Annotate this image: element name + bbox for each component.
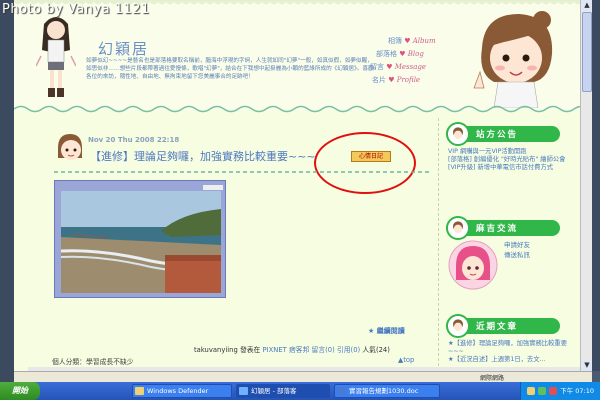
send-message-link[interactable]: 傳送私訊 [504,250,530,260]
contact-links: 申請好友 傳送私訊 [504,240,530,260]
announce-avatar-icon [446,122,470,146]
pink-hair-anime-avatar-icon[interactable] [448,240,498,290]
recent-avatar-icon [446,314,470,338]
browser-page: 幻穎居 如夢似幻~~~~是藝名也是部落格要取名稱前，腦海中浮現的字詞，人生就如同… [14,0,580,371]
pixnet-link[interactable]: PIXNET [263,346,287,354]
nav-item-blog[interactable]: 部落格 ♥ Blog [376,49,460,62]
post-photo[interactable] [54,180,226,298]
system-tray: 下午 07:10 [520,382,600,400]
header-wave-divider [14,105,580,113]
add-friend-link[interactable]: 申請好友 [504,240,530,250]
contact-title: 麻吉交流 [476,224,519,234]
tray-icon[interactable] [549,387,557,395]
recent-section-header: 近期文章 [446,314,560,338]
post-avatar-icon [58,134,82,160]
continue-reading-link[interactable]: ★ 繼續閱讀 [368,326,405,336]
photo-watermark: Photo by Vanya 1121 [2,2,150,17]
taskbar-item-defender[interactable]: Windows Defender [132,384,232,398]
announce-section-header: 站方公告 [446,122,560,146]
column-divider [438,118,439,371]
girl-illustration-icon [36,17,76,97]
post-title[interactable]: 【進修】理論足夠囉，加強實務比較重要~~~ [90,148,316,164]
scrollbar-thumb[interactable] [582,12,592,92]
post-author[interactable]: takuvanyiing [194,346,238,354]
seaside-photo-image [61,191,221,293]
nav-item-profile[interactable]: 名片 ♥ Profile [372,75,460,88]
shield-icon [135,387,144,395]
post-divider [54,171,430,173]
announce-item[interactable]: VIP 網購與一元VIP活動開跑 [448,148,578,156]
post-category[interactable]: 個人分類：學習成長不缺少 [52,356,134,366]
window-left-border [0,0,14,382]
browser-status-bar: 網際網路 [14,371,592,382]
tray-icon[interactable] [527,387,535,395]
site-intro-text: 如夢似幻~~~~是藝名也是部落格要取名稱前，腦海中浮現的字詞，人生就如同"幻夢"… [86,58,374,80]
announce-item[interactable]: [VIP升級] 新增中華電信市話付費方式 [448,164,578,172]
red-annotation-circle [314,132,416,194]
recent-title: 近期文章 [476,322,519,332]
recent-item[interactable]: ★【進修】理論足夠囉，加強實務比較重要~~~ [448,340,578,356]
announce-title: 站方公告 [476,130,519,140]
contact-avatar-icon [446,216,470,240]
taskbar-item-browser[interactable]: 幻穎居 - 部落客 [236,384,330,398]
vertical-scrollbar[interactable]: ▲ ▼ [580,0,593,371]
posted-in-label: 發表在 [239,346,261,354]
window-right-border [592,0,600,371]
taskbar-clock[interactable]: 下午 07:10 [560,382,594,400]
status-zone-text: 網際網路 [480,375,505,382]
comment-link[interactable]: 痞客邦 留言(0) [289,346,335,354]
view-count: 人氣(24) [362,346,390,354]
post-date: Nov 20 Thu 2008 22:18 [88,136,180,144]
windows-taskbar: 開始 Windows Defender 幻穎居 - 部落客 實習報告規劃1030… [0,382,600,400]
post-footer: takuvanyiing 發表在 PIXNET 痞客邦 留言(0) 引用(0) … [194,344,390,354]
taskbar-item-document[interactable]: 實習報告規劃1030.doc [334,384,440,398]
trackback-link[interactable]: 引用(0) [337,346,360,354]
nav-item-message[interactable]: 留言 ♥ Message [370,62,460,75]
announce-list: VIP 網購與一元VIP活動開跑 [部落格] 創編優化 "好時光貼布" 繪師公會… [448,148,578,172]
word-document-icon [337,387,346,395]
girl-face-illustration-icon [473,11,553,108]
nav-item-album[interactable]: 相簿 ♥ Album [388,36,460,49]
tray-icon[interactable] [538,387,546,395]
recent-list: ★【進修】理論足夠囉，加強實務比較重要~~~ ★【近況自述】上週第1日，去文..… [448,340,578,364]
browser-icon [239,387,248,395]
contact-section-header: 麻吉交流 [446,216,560,240]
header-nav: 相簿 ♥ Album 部落格 ♥ Blog 留言 ♥ Message 名片 ♥ … [370,36,460,88]
back-to-top-link[interactable]: ▲top [398,356,414,364]
photo-caption-bar [203,185,223,190]
site-title[interactable]: 幻穎居 [98,38,149,59]
start-button[interactable]: 開始 [0,382,40,400]
announce-item[interactable]: [部落格] 創編優化 "好時光貼布" 繪師公會 [448,156,578,164]
recent-item[interactable]: ★【近況自述】上週第1日，去文... [448,356,578,364]
